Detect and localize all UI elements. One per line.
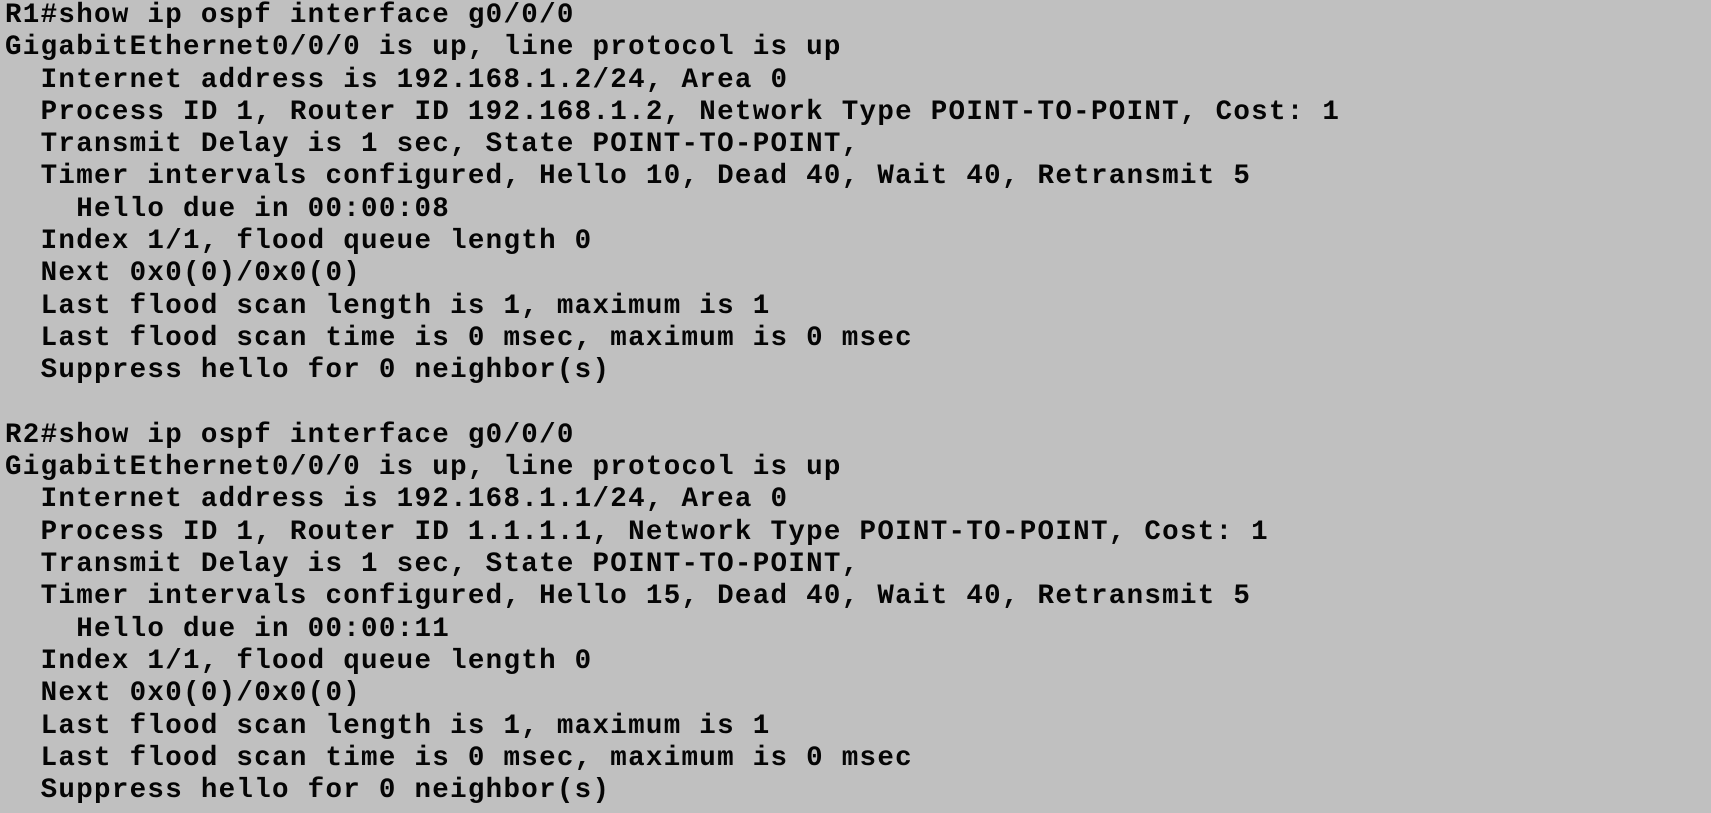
- terminal-line-r2-interface-status: GigabitEthernet0/0/0 is up, line protoco…: [5, 452, 842, 484]
- terminal-line-r1-suppress-hello: Suppress hello for 0 neighbor(s): [5, 355, 611, 387]
- terminal-line-r2-timer-intervals: Timer intervals configured, Hello 15, De…: [5, 581, 1252, 613]
- terminal-line-r1-hello-due: Hello due in 00:00:08: [5, 193, 451, 225]
- terminal-line-r1-timer-intervals: Timer intervals configured, Hello 10, De…: [5, 161, 1252, 193]
- terminal-line-r1-flood-scan-time: Last flood scan time is 0 msec, maximum …: [5, 322, 913, 354]
- terminal-line-r1-command: R1#show ip ospf interface g0/0/0: [5, 0, 575, 31]
- terminal-line-r2-suppress-hello: Suppress hello for 0 neighbor(s): [5, 775, 611, 807]
- terminal-line-r2-index: Index 1/1, flood queue length 0: [5, 645, 593, 677]
- terminal-line-r2-hello-due: Hello due in 00:00:11: [5, 613, 451, 645]
- terminal-line-r2-flood-scan-time: Last flood scan time is 0 msec, maximum …: [5, 742, 913, 774]
- terminal-line-r2-transmit-delay: Transmit Delay is 1 sec, State POINT-TO-…: [5, 549, 860, 581]
- terminal-output: R1#show ip ospf interface g0/0/0 Gigabit…: [0, 0, 1711, 813]
- terminal-line-r1-next: Next 0x0(0)/0x0(0): [5, 258, 362, 290]
- terminal-line-r1-transmit-delay: Transmit Delay is 1 sec, State POINT-TO-…: [5, 129, 860, 161]
- terminal-line-r1-flood-scan-length: Last flood scan length is 1, maximum is …: [5, 290, 771, 322]
- terminal-line-r2-flood-scan-length: Last flood scan length is 1, maximum is …: [5, 710, 771, 742]
- terminal-line-r2-command: R2#show ip ospf interface g0/0/0: [5, 419, 575, 451]
- terminal-line-r1-interface-status: GigabitEthernet0/0/0 is up, line protoco…: [5, 32, 842, 64]
- terminal-line-r2-internet-address: Internet address is 192.168.1.1/24, Area…: [5, 484, 789, 516]
- terminal-line-r1-process-id: Process ID 1, Router ID 192.168.1.2, Net…: [5, 96, 1341, 128]
- terminal-line-r1-index: Index 1/1, flood queue length 0: [5, 226, 593, 258]
- terminal-line-r2-process-id: Process ID 1, Router ID 1.1.1.1, Network…: [5, 516, 1269, 548]
- terminal-line-r2-next: Next 0x0(0)/0x0(0): [5, 678, 362, 710]
- terminal-line-r1-internet-address: Internet address is 192.168.1.2/24, Area…: [5, 64, 789, 96]
